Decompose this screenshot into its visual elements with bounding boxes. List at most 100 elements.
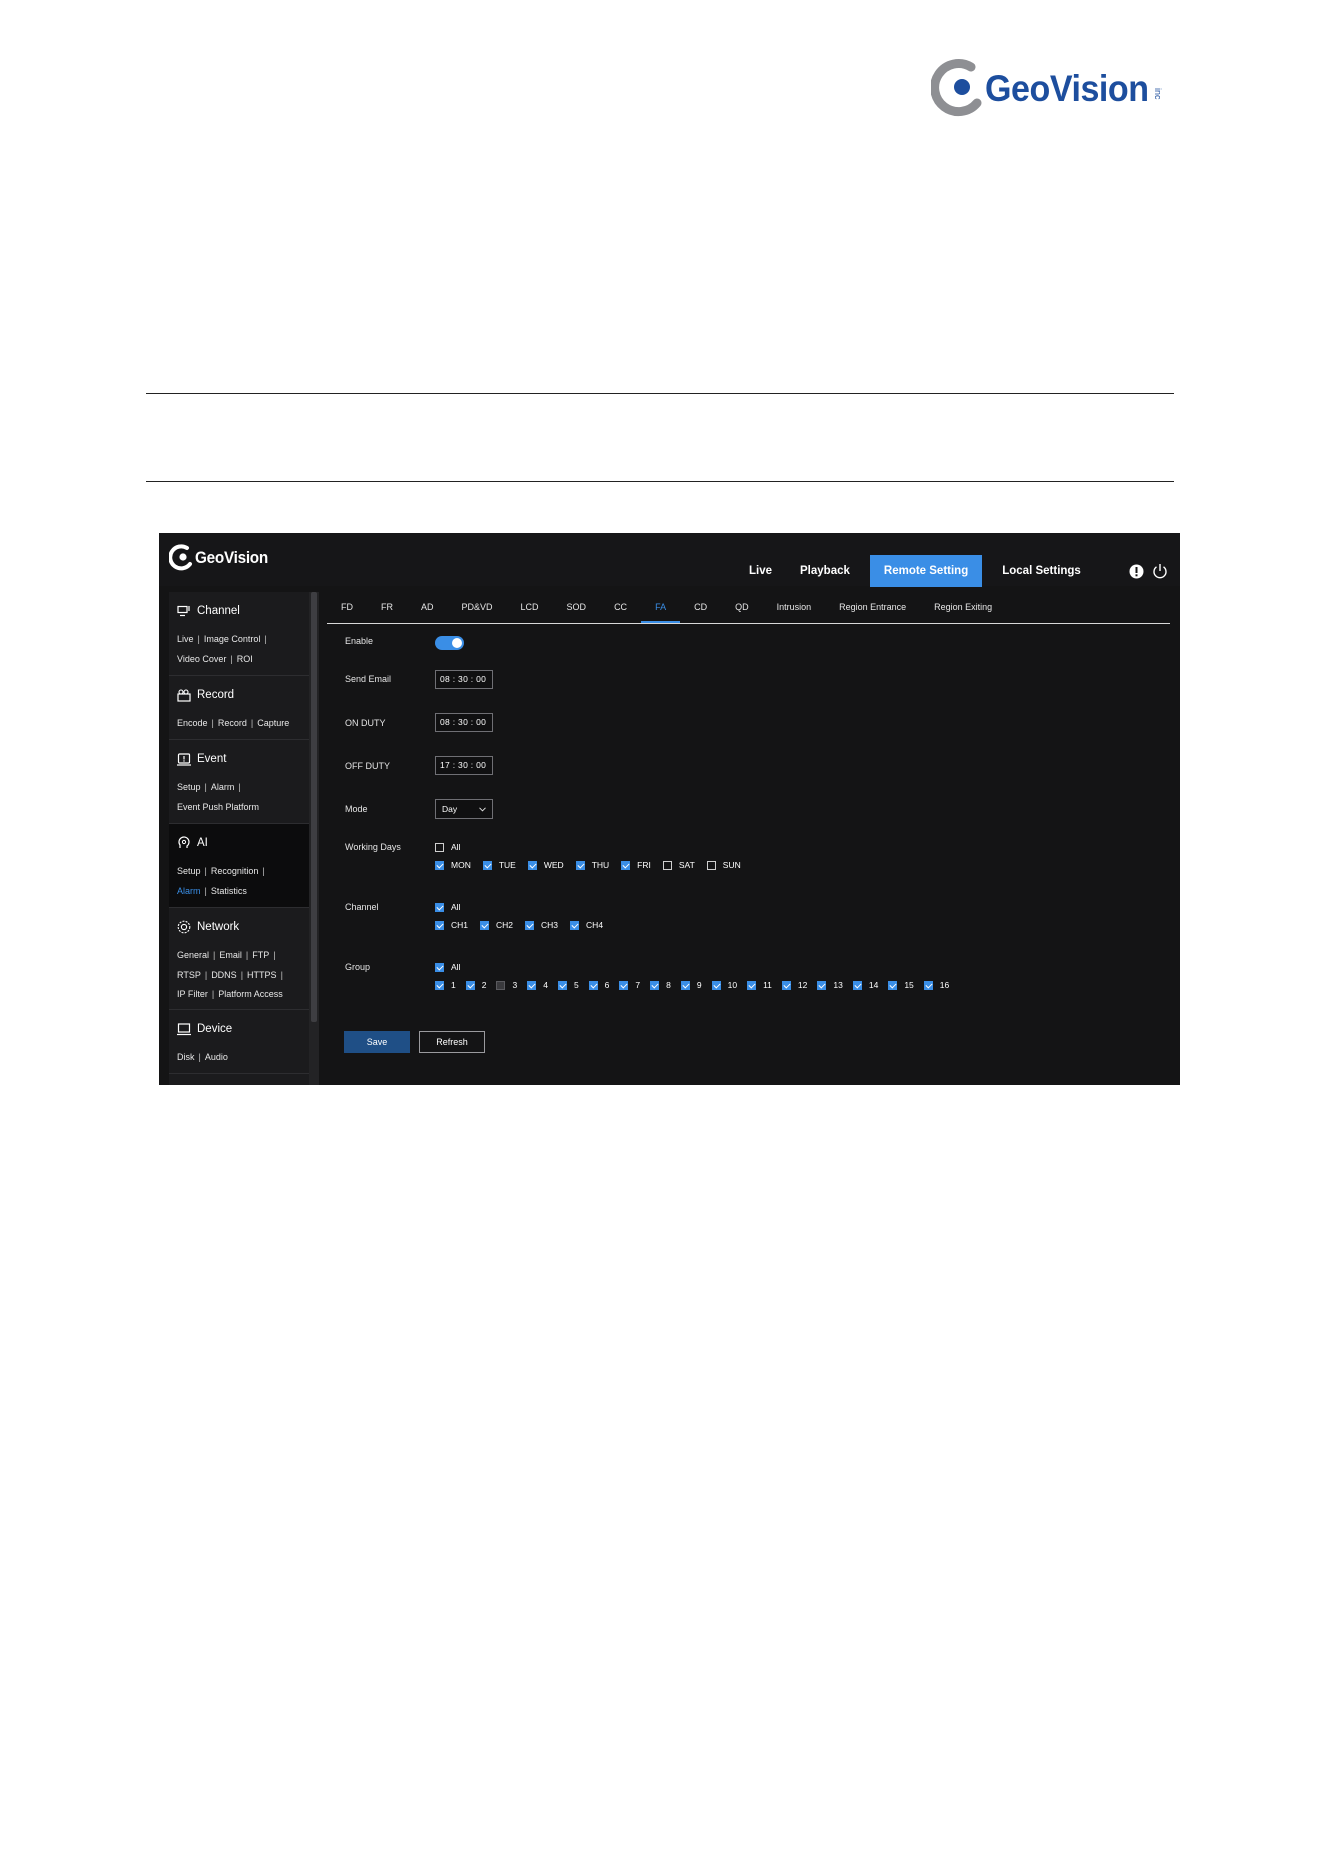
group-list: 1 2 3 4 5 6 7 8 9 10 11 12 13 14 15 16 — [435, 980, 959, 990]
send-email-label: Send Email — [345, 674, 392, 684]
sidebar-head-record[interactable]: Record — [177, 686, 309, 704]
sidebar-link-live[interactable]: Live — [177, 634, 194, 644]
enable-toggle[interactable] — [435, 636, 464, 650]
main-nav: Live Playback Remote Setting Local Setti… — [735, 555, 1101, 587]
sidebar-link-https[interactable]: HTTPS — [247, 970, 277, 980]
sidebar-head-device[interactable]: Device — [177, 1020, 309, 1038]
channel-ch3-checkbox[interactable] — [525, 920, 535, 930]
group-1-checkbox[interactable] — [435, 980, 444, 990]
on-duty-time-input[interactable]: 08 : 30 : 00 — [435, 713, 493, 732]
day-sun-checkbox[interactable] — [706, 860, 716, 870]
day-fri-checkbox[interactable] — [621, 860, 631, 870]
nav-remote-setting[interactable]: Remote Setting — [869, 555, 983, 587]
group-8-checkbox[interactable] — [650, 980, 660, 990]
channel-list: CH1 CH2 CH3 CH4 — [435, 920, 615, 930]
sidebar-link-event-alarm[interactable]: Alarm — [211, 782, 235, 792]
sidebar-head-ai[interactable]: AI — [177, 834, 309, 852]
sidebar-link-ai-setup[interactable]: Setup — [177, 866, 201, 876]
channel-all: All — [435, 902, 472, 912]
tab-ad[interactable]: AD — [407, 592, 448, 623]
sidebar-link-disk[interactable]: Disk — [177, 1052, 195, 1062]
event-icon — [177, 752, 191, 766]
sidebar-link-audio[interactable]: Audio — [205, 1052, 228, 1062]
channel-label: Channel — [345, 902, 379, 912]
tab-region-entrance[interactable]: Region Entrance — [825, 592, 920, 623]
sidebar-link-general[interactable]: General — [177, 950, 209, 960]
sidebar-link-ip-filter[interactable]: IP Filter — [177, 989, 208, 999]
sidebar-link-record[interactable]: Record — [218, 718, 247, 728]
group-5-checkbox[interactable] — [557, 980, 567, 990]
nav-live[interactable]: Live — [735, 555, 786, 587]
group-6-checkbox[interactable] — [588, 980, 598, 990]
power-icon[interactable] — [1152, 563, 1168, 579]
document-logo: GeoVision inc — [931, 56, 1171, 122]
tab-fd[interactable]: FD — [327, 592, 367, 623]
group-4-checkbox[interactable] — [527, 980, 537, 990]
tab-pd-vd[interactable]: PD&VD — [448, 592, 507, 623]
group-2-checkbox[interactable] — [465, 980, 475, 990]
channel-ch2-checkbox[interactable] — [480, 920, 490, 930]
sidebar-link-ai-alarm[interactable]: Alarm — [177, 886, 201, 896]
sidebar-head-channel[interactable]: Channel — [177, 602, 309, 620]
sidebar-link-rtsp[interactable]: RTSP — [177, 970, 201, 980]
tab-cc[interactable]: CC — [600, 592, 641, 623]
save-button[interactable]: Save — [344, 1031, 410, 1053]
sidebar-link-platform-access[interactable]: Platform Access — [218, 989, 283, 999]
group-14-checkbox[interactable] — [852, 980, 862, 990]
send-email-time-input[interactable]: 08 : 30 : 00 — [435, 670, 493, 689]
sidebar-link-event-push-platform[interactable]: Event Push Platform — [177, 802, 259, 812]
channel-all-checkbox[interactable] — [435, 902, 444, 912]
nav-local-settings[interactable]: Local Settings — [982, 555, 1101, 587]
tab-intrusion[interactable]: Intrusion — [763, 592, 826, 623]
sidebar-head-network[interactable]: Network — [177, 918, 309, 936]
group-12-checkbox[interactable] — [781, 980, 791, 990]
group-3-checkbox[interactable] — [496, 980, 506, 990]
sidebar-link-capture[interactable]: Capture — [257, 718, 289, 728]
mode-select[interactable]: Day — [435, 799, 493, 819]
sidebar-links-event: Setup | Alarm | Event Push Platform — [177, 782, 260, 812]
nav-playback[interactable]: Playback — [786, 555, 870, 587]
working-days-all-checkbox[interactable] — [435, 842, 444, 852]
tab-cd[interactable]: CD — [680, 592, 721, 623]
sidebar-links-device: Disk | Audio — [177, 1052, 228, 1062]
tab-fr[interactable]: FR — [367, 592, 407, 623]
sidebar-link-email[interactable]: Email — [219, 950, 242, 960]
sidebar-link-image-control[interactable]: Image Control — [204, 634, 261, 644]
tab-region-exiting[interactable]: Region Exiting — [920, 592, 1006, 623]
sidebar-link-recognition[interactable]: Recognition — [211, 866, 259, 876]
group-16-checkbox[interactable] — [923, 980, 933, 990]
refresh-button[interactable]: Refresh — [419, 1031, 485, 1053]
day-sat-checkbox[interactable] — [662, 860, 672, 870]
sidebar-scroll-thumb[interactable] — [311, 592, 317, 1022]
off-duty-time-input[interactable]: 17 : 30 : 00 — [435, 756, 493, 775]
day-mon-checkbox[interactable] — [435, 860, 444, 870]
tab-sod[interactable]: SOD — [553, 592, 601, 623]
sidebar-links-record: Encode | Record | Capture — [177, 718, 290, 728]
group-11-checkbox[interactable] — [747, 980, 757, 990]
tab-fa[interactable]: FA — [641, 592, 681, 623]
day-wed-checkbox[interactable] — [527, 860, 537, 870]
sidebar-head-event[interactable]: Event — [177, 750, 309, 768]
sidebar-scrollbar[interactable] — [309, 592, 319, 1085]
channel-ch1-checkbox[interactable] — [435, 920, 444, 930]
sidebar-title-record: Record — [197, 689, 235, 701]
channel-ch4-checkbox[interactable] — [570, 920, 580, 930]
tab-qd[interactable]: QD — [721, 592, 763, 623]
tab-lcd[interactable]: LCD — [507, 592, 553, 623]
group-all-checkbox[interactable] — [435, 962, 444, 972]
group-13-checkbox[interactable] — [817, 980, 827, 990]
alert-icon[interactable] — [1129, 564, 1144, 579]
group-15-checkbox[interactable] — [888, 980, 898, 990]
day-thu-checkbox[interactable] — [575, 860, 585, 870]
group-10-checkbox[interactable] — [711, 980, 721, 990]
group-9-checkbox[interactable] — [680, 980, 690, 990]
sidebar-link-statistics[interactable]: Statistics — [211, 886, 247, 896]
sidebar-link-roi[interactable]: ROI — [237, 654, 253, 664]
sidebar-link-encode[interactable]: Encode — [177, 718, 208, 728]
sidebar-link-ddns[interactable]: DDNS — [211, 970, 237, 980]
group-7-checkbox[interactable] — [619, 980, 629, 990]
sidebar-link-ftp[interactable]: FTP — [252, 950, 269, 960]
sidebar-link-event-setup[interactable]: Setup — [177, 782, 201, 792]
sidebar-link-video-cover[interactable]: Video Cover — [177, 654, 226, 664]
day-tue-checkbox[interactable] — [482, 860, 492, 870]
